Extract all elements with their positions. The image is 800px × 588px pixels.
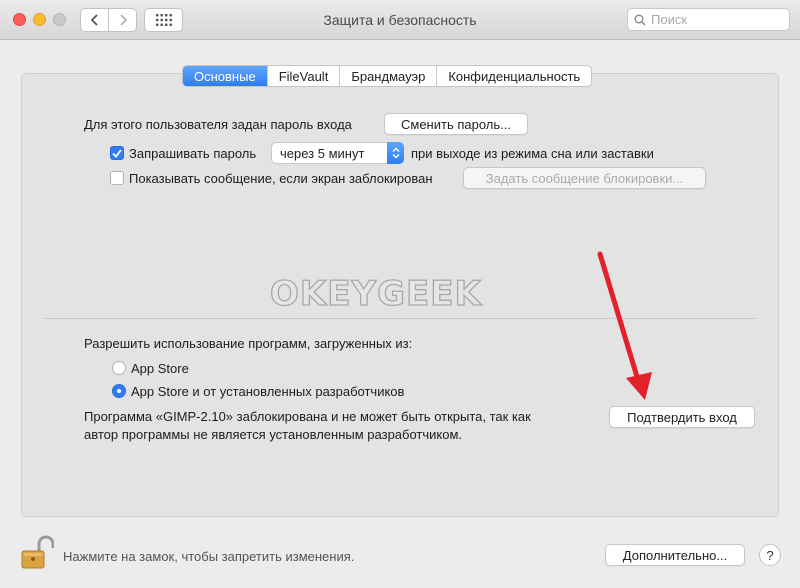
- tab-general[interactable]: Основные: [183, 66, 267, 86]
- blocked-app-text-line2: автор программы не является установленны…: [84, 427, 463, 442]
- show-message-checkbox[interactable]: [110, 171, 124, 185]
- back-button[interactable]: [80, 8, 109, 32]
- checkmark-icon: [112, 148, 122, 158]
- fullscreen-window-button[interactable]: [53, 13, 66, 26]
- radio-app-store-label: App Store: [131, 361, 189, 376]
- forward-button[interactable]: [108, 8, 137, 32]
- annotation-arrow-icon: [597, 251, 652, 400]
- password-set-text: Для этого пользователя задан пароль вход…: [84, 117, 352, 132]
- watermark: OKEYGEEK: [269, 273, 482, 314]
- show-message-label: Показывать сообщение, если экран заблоки…: [129, 171, 433, 186]
- confirm-open-button[interactable]: Подтвердить вход: [609, 406, 755, 428]
- search-icon: [634, 14, 646, 26]
- chevron-right-icon: [119, 14, 127, 26]
- lock-hint-text: Нажмите на замок, чтобы запретить измене…: [63, 549, 355, 564]
- require-password-suffix: при выходе из режима сна или заставки: [411, 146, 654, 161]
- tab-privacy[interactable]: Конфиденциальность: [436, 66, 591, 86]
- blocked-app-text-line1: Программа «GIMP-2.10» заблокирована и не…: [84, 409, 531, 424]
- set-lock-message-button[interactable]: Задать сообщение блокировки...: [463, 167, 706, 189]
- change-password-button[interactable]: Сменить пароль...: [384, 113, 528, 135]
- close-window-button[interactable]: [13, 13, 26, 26]
- tab-filevault[interactable]: FileVault: [266, 66, 340, 86]
- help-button[interactable]: ?: [759, 544, 781, 566]
- radio-app-store[interactable]: [112, 361, 126, 375]
- allow-apps-heading: Разрешить использование программ, загруж…: [84, 336, 413, 351]
- unlocked-padlock-icon: [21, 535, 55, 569]
- advanced-button[interactable]: Дополнительно...: [605, 544, 745, 566]
- chevron-left-icon: [90, 14, 98, 26]
- minimize-window-button[interactable]: [33, 13, 46, 26]
- radio-app-store-and-developers-label: App Store и от установленных разработчик…: [131, 384, 405, 399]
- password-delay-select[interactable]: через 5 минут: [271, 142, 404, 164]
- title-bar: Защита и безопасность: [0, 0, 800, 40]
- require-password-checkbox[interactable]: [110, 146, 124, 160]
- grid-icon: [155, 14, 172, 26]
- require-password-label: Запрашивать пароль: [129, 146, 257, 161]
- tab-bar: Основные FileVault Брандмауэр Конфиденци…: [182, 65, 593, 87]
- password-delay-value: через 5 минут: [280, 145, 365, 161]
- search-input[interactable]: [651, 12, 781, 27]
- radio-app-store-and-developers[interactable]: [112, 384, 126, 398]
- show-all-button[interactable]: [144, 8, 183, 32]
- lock-button[interactable]: [20, 534, 55, 573]
- select-arrows-icon: [387, 142, 404, 164]
- tab-firewall[interactable]: Брандмауэр: [339, 66, 436, 86]
- search-field[interactable]: [627, 8, 790, 31]
